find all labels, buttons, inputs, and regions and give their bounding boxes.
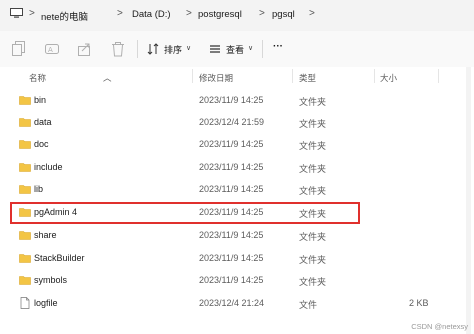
list-item[interactable]: share 2023/11/9 14:25 文件夹 (0, 225, 440, 246)
column-header-size[interactable]: 大小 (380, 72, 397, 84)
file-date: 2023/11/9 14:25 (199, 275, 264, 285)
column-resize-handle[interactable] (292, 69, 293, 83)
column-resize-handle[interactable] (438, 69, 439, 83)
sort-ascending-icon: ︿ (103, 73, 112, 83)
command-bar: A 排序 ∨ 查看 ∨ ··· (0, 31, 474, 68)
computer-icon (10, 8, 23, 18)
toolbar-divider (137, 40, 138, 58)
sort-button[interactable]: 排序 (164, 43, 182, 56)
column-resize-handle[interactable] (192, 69, 193, 83)
file-type: 文件夹 (299, 186, 327, 196)
folder-icon (19, 163, 31, 172)
file-type: 文件夹 (299, 97, 327, 107)
chevron-right-icon: > (186, 8, 192, 19)
list-item[interactable]: doc 2023/11/9 14:25 文件夹 (0, 134, 440, 155)
column-header-type[interactable]: 类型 (299, 72, 316, 84)
list-item[interactable]: data 2023/12/4 21:59 文件夹 (0, 112, 440, 133)
list-item[interactable]: symbols 2023/11/9 14:25 文件夹 (0, 270, 440, 291)
folder-icon (19, 185, 31, 194)
share-icon[interactable] (78, 41, 92, 57)
watermark: CSDN @netexsy (411, 322, 468, 331)
breadcrumb-item-drive[interactable]: Data (D:) (132, 9, 171, 20)
chevron-down-icon: ∨ (186, 45, 192, 52)
folder-icon (19, 118, 31, 127)
chevron-down-icon: ∨ (248, 45, 254, 52)
folder-icon (19, 96, 31, 105)
address-bar[interactable]: > nete的电脑 > Data (D:) > postgresql > pgs… (0, 0, 474, 32)
rename-icon[interactable]: A (45, 41, 59, 57)
list-item[interactable]: bin 2023/11/9 14:25 文件夹 (0, 90, 440, 111)
column-resize-handle[interactable] (374, 69, 375, 83)
file-type: 文件夹 (299, 164, 327, 174)
breadcrumb-item-postgresql[interactable]: postgresql (198, 9, 242, 20)
file-name: lib (34, 184, 44, 194)
file-icon (20, 297, 30, 309)
chevron-right-icon: > (259, 8, 265, 19)
file-size: 2 KB (409, 298, 429, 308)
file-date: 2023/11/9 14:25 (199, 162, 264, 172)
highlight-box (10, 202, 360, 224)
folder-icon (19, 254, 31, 263)
chevron-right-icon: > (309, 8, 315, 19)
column-header-row: ︿ 名称 修改日期 类型 大小 (0, 67, 474, 85)
toolbar-divider (262, 40, 263, 58)
folder-icon (19, 231, 31, 240)
file-date: 2023/11/9 14:25 (199, 230, 264, 240)
file-date: 2023/11/9 14:25 (199, 184, 264, 194)
list-item[interactable]: StackBuilder 2023/11/9 14:25 文件夹 (0, 248, 440, 269)
file-type: 文件夹 (299, 255, 327, 265)
delete-icon[interactable] (111, 41, 125, 57)
list-item[interactable]: logfile 2023/12/4 21:24 文件 2 KB (0, 293, 440, 314)
svg-text:A: A (48, 46, 53, 54)
file-name: StackBuilder (34, 253, 85, 263)
file-type: 文件 (299, 300, 318, 310)
file-date: 2023/12/4 21:59 (199, 117, 265, 127)
folder-icon (19, 140, 31, 149)
sort-icon[interactable] (147, 41, 159, 57)
view-button[interactable]: 查看 (226, 43, 244, 56)
file-type: 文件夹 (299, 277, 327, 287)
file-type: 文件夹 (299, 232, 327, 242)
file-date: 2023/11/9 14:25 (199, 139, 264, 149)
file-name: logfile (34, 298, 58, 308)
file-name: data (34, 117, 52, 127)
more-options-button[interactable]: ··· (273, 41, 283, 52)
file-name: bin (34, 95, 47, 105)
file-type: 文件夹 (299, 141, 327, 151)
folder-icon (19, 276, 31, 285)
file-date: 2023/11/9 14:25 (199, 95, 264, 105)
file-date: 2023/12/4 21:24 (199, 298, 265, 308)
file-name: share (34, 230, 57, 240)
breadcrumb-item-pgsql[interactable]: pgsql (272, 9, 295, 20)
file-name: include (34, 162, 63, 172)
file-name: symbols (34, 275, 68, 285)
list-item[interactable]: include 2023/11/9 14:25 文件夹 (0, 157, 440, 178)
copy-icon[interactable] (12, 41, 26, 57)
file-date: 2023/11/9 14:25 (199, 253, 264, 263)
vertical-scrollbar[interactable] (466, 67, 471, 334)
column-header-name[interactable]: 名称 (29, 72, 46, 84)
chevron-right-icon: > (117, 8, 123, 19)
column-header-date[interactable]: 修改日期 (199, 72, 233, 84)
view-icon[interactable] (209, 41, 221, 57)
list-item[interactable]: lib 2023/11/9 14:25 文件夹 (0, 179, 440, 200)
chevron-right-icon: > (29, 8, 35, 19)
file-type: 文件夹 (299, 119, 327, 129)
file-name: doc (34, 139, 49, 149)
breadcrumb-item-pc[interactable]: nete的电脑 (41, 9, 88, 23)
